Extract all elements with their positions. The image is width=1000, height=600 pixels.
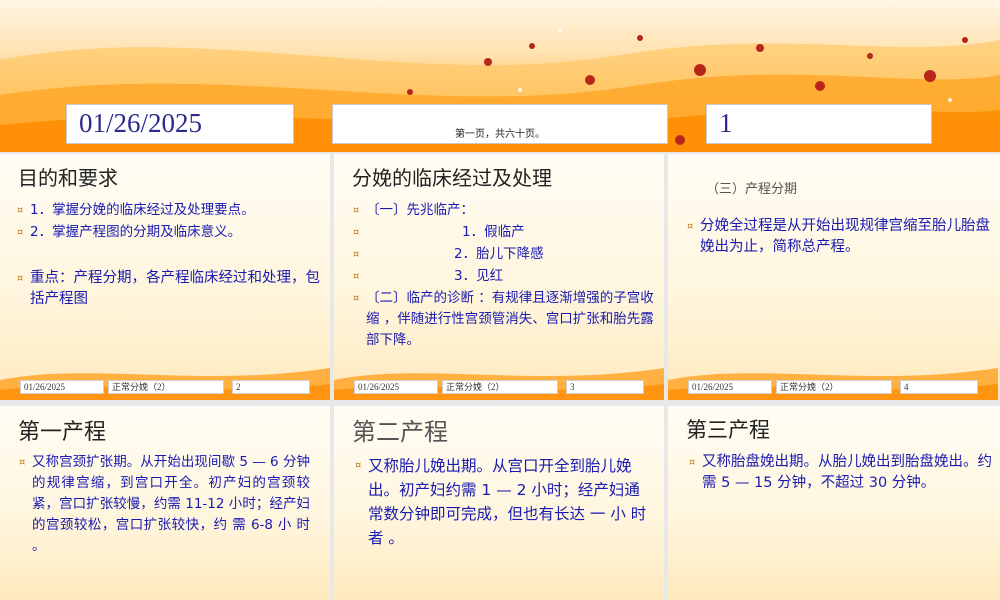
slide-title: 分娩的临床经过及处理 [352,166,552,190]
header-page-info: 第一页，共六十页。 [455,129,545,140]
header-date: 01/26/2025 [79,108,203,138]
footer-page: 4 [900,380,978,394]
slide-footer: 01/26/2025 正常分娩（2） 4 [668,380,998,396]
slide-thumbnail-7[interactable]: 第三产程 ¤ 又称胎盘娩出期。从胎儿娩出到胎盘娩出。约需 5 — 15 分钟，不超… [668,406,1000,600]
bullet-icon: ¤ [687,221,694,232]
slide-title: 第一产程 [18,420,107,445]
bullet-item: ¤ 1．假临产 [353,222,656,243]
bullet-item: ¤ 1．掌握分娩的临床经过及处理要点。 [17,200,320,221]
slide-thumbnail-2[interactable]: 目的和要求 ¤ 1．掌握分娩的临床经过及处理要点。 ¤ 2．掌握产程图的分期及临床意… [0,154,330,400]
bullet-icon: ¤ [17,205,24,216]
bullet-icon: ¤ [353,227,360,238]
slide-title: 目的和要求 [18,166,118,190]
bullet-icon: ¤ [353,293,360,304]
bullet-icon: ¤ [19,457,26,468]
slide-title: 第二产程 [352,418,448,446]
slide-thumbnail-3[interactable]: 分娩的临床经过及处理 ¤ 〔一〕先兆临产： ¤ 1．假临产 ¤ 2．胎儿下降感 ¤ 3．… [334,154,664,400]
bullet-item: ¤ 重点：产程分期，各产程临床经过和处理，包括产程图 [17,270,320,307]
bullet-icon: ¤ [689,457,696,468]
bullet-icon: ¤ [353,249,360,260]
bullet-item: ¤ 〔二〕临产的诊断 ：有规律且逐渐增强的子宫收缩 ，伴随进行性宫颈管消失、宫口扩… [353,290,654,348]
footer-date: 01/26/2025 [354,380,438,394]
slide-thumbnail-6[interactable]: 第二产程 ¤ 又称胎儿娩出期。从宫口开全到胎儿娩出。初产妇约需 1 — 2 小时；… [334,406,664,600]
bullet-item: ¤ 又称胎盘娩出期。从胎儿娩出到胎盘娩出。约需 5 — 15 分钟，不超过 30 … [689,454,992,491]
footer-course: 正常分娩（2） [776,380,892,394]
slide-subtitle: （三）产程分期 [706,182,798,197]
slide-footer: 01/26/2025 正常分娩（2） 3 [334,380,664,396]
header-date-box: 01/26/2025 [66,104,294,144]
footer-page: 2 [232,380,310,394]
slide-thumbnail-4[interactable]: （三）产程分期 ¤ 分娩全过程是从开始出现规律宫缩至胎儿胎盘娩出为止，简称总产程。… [668,154,1000,400]
bullet-icon: ¤ [17,227,24,238]
footer-page: 3 [566,380,644,394]
bullet-icon: ¤ [355,460,362,471]
bullet-icon: ¤ [17,273,24,284]
bullet-item: ¤ 又称胎儿娩出期。从宫口开全到胎儿娩出。初产妇约需 1 — 2 小时；经产妇通常… [355,454,652,550]
slide-title: 第三产程 [686,418,770,442]
slide-thumbnail-5[interactable]: 第一产程 ¤ 又称宫颈扩张期。从开始出现间歇 5 — 6 分钟的规律宫缩，到宫口开… [0,406,330,600]
header-page-number: 1 [719,108,733,138]
bullet-item: ¤ 3．见红 [353,266,656,287]
footer-date: 01/26/2025 [688,380,772,394]
header-page-number-box: 1 [706,104,932,144]
bullet-icon: ¤ [353,205,360,216]
bullet-item: ¤ 2．胎儿下降感 [353,244,656,265]
header-page-info-box: 第一页，共六十页。 [332,104,668,144]
bullet-item: ¤ 2．掌握产程图的分期及临床意义。 [17,222,320,243]
bullet-item: ¤ 〔一〕先兆临产： [353,200,656,221]
footer-course: 正常分娩（2） [108,380,224,394]
footer-course: 正常分娩（2） [442,380,558,394]
footer-date: 01/26/2025 [20,380,104,394]
bullet-item: ¤ 分娩全过程是从开始出现规律宫缩至胎儿胎盘娩出为止，简称总产程。 [687,218,990,255]
header-banner: 01/26/2025 第一页，共六十页。 1 [0,0,1000,152]
bullet-icon: ¤ [353,271,360,282]
bullet-item: ¤ 又称宫颈扩张期。从开始出现间歇 5 — 6 分钟的规律宫缩，到宫口开全。初产妇… [19,454,310,554]
slide-footer: 01/26/2025 正常分娩（2） 2 [0,380,330,396]
